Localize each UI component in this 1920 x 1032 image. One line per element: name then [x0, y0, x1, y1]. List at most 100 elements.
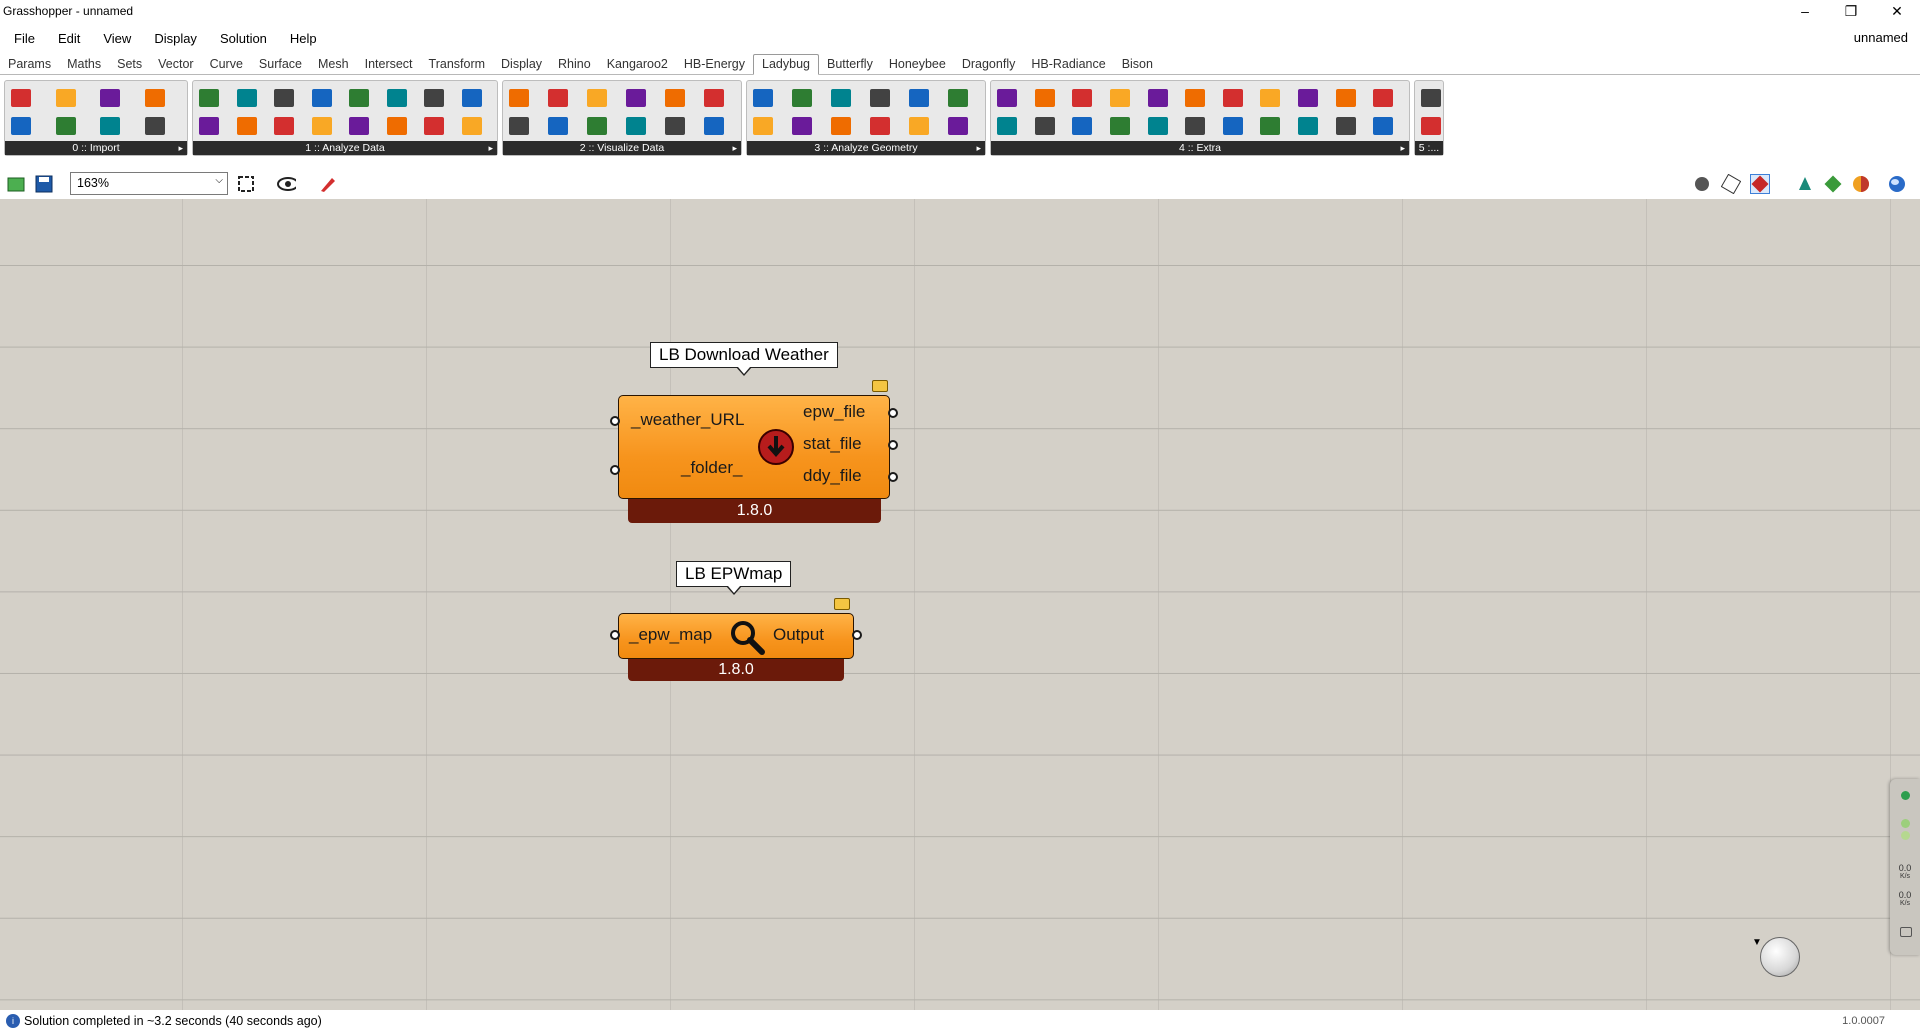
- ladybug-tool-icon[interactable]: [544, 84, 572, 112]
- bake-icon[interactable]: [1795, 174, 1815, 194]
- download-weather-component[interactable]: _weather_URL _folder_ epw_file stat_file…: [618, 395, 890, 499]
- open-file-icon[interactable]: [6, 174, 26, 194]
- ladybug-tool-icon[interactable]: [1068, 112, 1096, 140]
- ladybug-tool-icon[interactable]: [505, 112, 533, 140]
- ladybug-tool-icon[interactable]: [1144, 84, 1172, 112]
- ladybug-tool-icon[interactable]: [141, 84, 169, 112]
- ladybug-tool-icon[interactable]: [944, 84, 972, 112]
- tab-hb-energy[interactable]: HB-Energy: [676, 55, 753, 74]
- ladybug-tool-icon[interactable]: [905, 84, 933, 112]
- menu-edit[interactable]: Edit: [44, 31, 89, 46]
- ladybug-tool-icon[interactable]: [233, 84, 261, 112]
- tab-hb-radiance[interactable]: HB-Radiance: [1023, 55, 1113, 74]
- ladybug-tool-icon[interactable]: [622, 84, 650, 112]
- ladybug-tool-icon[interactable]: [749, 112, 777, 140]
- ladybug-tool-icon[interactable]: [458, 112, 486, 140]
- ladybug-tool-icon[interactable]: [827, 84, 855, 112]
- ladybug-tool-icon[interactable]: [270, 112, 298, 140]
- tab-transform[interactable]: Transform: [421, 55, 494, 74]
- ribbon-group-label[interactable]: 0 :: Import ▸: [5, 141, 187, 155]
- tab-honeybee[interactable]: Honeybee: [881, 55, 954, 74]
- close-button[interactable]: ✕: [1874, 0, 1920, 22]
- epwmap-component[interactable]: _epw_map Output: [618, 613, 854, 659]
- ladybug-tool-icon[interactable]: [52, 84, 80, 112]
- menu-display[interactable]: Display: [140, 31, 206, 46]
- tab-intersect[interactable]: Intersect: [357, 55, 421, 74]
- ladybug-tool-icon[interactable]: [1369, 84, 1397, 112]
- output-port[interactable]: [888, 440, 898, 450]
- menu-solution[interactable]: Solution: [206, 31, 276, 46]
- display-mode-icon[interactable]: [1823, 174, 1843, 194]
- output-port[interactable]: [852, 630, 862, 640]
- ladybug-tool-icon[interactable]: [420, 112, 448, 140]
- expand-icon[interactable]: ▸: [976, 141, 981, 155]
- ladybug-tool-icon[interactable]: [1181, 112, 1209, 140]
- ladybug-tool-icon[interactable]: [345, 84, 373, 112]
- ladybug-tool-icon[interactable]: [383, 84, 411, 112]
- tab-ladybug[interactable]: Ladybug: [753, 54, 819, 75]
- ladybug-tool-icon[interactable]: [700, 84, 728, 112]
- ladybug-tool-icon[interactable]: [1417, 112, 1445, 140]
- ladybug-tool-icon[interactable]: [700, 112, 728, 140]
- ribbon-group-label[interactable]: 2 :: Visualize Data ▸: [503, 141, 741, 155]
- shaded-preview-icon[interactable]: [1750, 174, 1770, 194]
- tab-curve[interactable]: Curve: [202, 55, 251, 74]
- tab-display[interactable]: Display: [493, 55, 550, 74]
- menu-help[interactable]: Help: [276, 31, 326, 46]
- sketch-pen-icon[interactable]: [318, 174, 338, 194]
- ladybug-tool-icon[interactable]: [1144, 112, 1172, 140]
- ladybug-tool-icon[interactable]: [544, 112, 572, 140]
- ribbon-group-label[interactable]: 3 :: Analyze Geometry ▸: [747, 141, 985, 155]
- ladybug-tool-icon[interactable]: [993, 112, 1021, 140]
- ladybug-tool-icon[interactable]: [905, 112, 933, 140]
- material-sphere-icon[interactable]: [1851, 174, 1871, 194]
- ladybug-tool-icon[interactable]: [1219, 112, 1247, 140]
- zoom-extents-icon[interactable]: [236, 174, 256, 194]
- ladybug-tool-icon[interactable]: [749, 84, 777, 112]
- output-port[interactable]: [888, 408, 898, 418]
- camera-icon[interactable]: [1900, 927, 1912, 937]
- zoom-dropdown[interactable]: 163% ⌵: [70, 172, 228, 195]
- ladybug-tool-icon[interactable]: [788, 84, 816, 112]
- tab-sets[interactable]: Sets: [109, 55, 150, 74]
- ladybug-tool-icon[interactable]: [1031, 84, 1059, 112]
- ribbon-group-label[interactable]: 4 :: Extra ▸: [991, 141, 1409, 155]
- expand-icon[interactable]: ▸: [178, 141, 183, 155]
- ladybug-tool-icon[interactable]: [270, 84, 298, 112]
- ladybug-tool-icon[interactable]: [345, 112, 373, 140]
- tab-surface[interactable]: Surface: [251, 55, 310, 74]
- canvas-side-widget[interactable]: 0.0 K/s 0.0 K/s: [1890, 779, 1920, 955]
- ladybug-tool-icon[interactable]: [195, 112, 223, 140]
- input-port[interactable]: [610, 630, 620, 640]
- ladybug-tool-icon[interactable]: [141, 112, 169, 140]
- ladybug-tool-icon[interactable]: [1417, 84, 1445, 112]
- tab-dragonfly[interactable]: Dragonfly: [954, 55, 1024, 74]
- ladybug-tool-icon[interactable]: [866, 112, 894, 140]
- ladybug-tool-icon[interactable]: [233, 112, 261, 140]
- ladybug-tool-icon[interactable]: [1332, 112, 1360, 140]
- ribbon-group-label[interactable]: 1 :: Analyze Data ▸: [193, 141, 497, 155]
- ladybug-tool-icon[interactable]: [827, 112, 855, 140]
- ribbon-group-label[interactable]: 5 :...: [1415, 141, 1443, 155]
- ladybug-tool-icon[interactable]: [1294, 84, 1322, 112]
- ladybug-tool-icon[interactable]: [308, 84, 336, 112]
- input-port[interactable]: [610, 465, 620, 475]
- output-port[interactable]: [888, 472, 898, 482]
- ladybug-tool-icon[interactable]: [1369, 112, 1397, 140]
- ladybug-tool-icon[interactable]: [583, 112, 611, 140]
- ladybug-tool-icon[interactable]: [1106, 112, 1134, 140]
- ladybug-tool-icon[interactable]: [505, 84, 533, 112]
- message-flag-icon[interactable]: [872, 380, 888, 392]
- ladybug-tool-icon[interactable]: [96, 112, 124, 140]
- ladybug-tool-icon[interactable]: [195, 84, 223, 112]
- tab-bison[interactable]: Bison: [1114, 55, 1161, 74]
- ladybug-tool-icon[interactable]: [1106, 84, 1134, 112]
- preview-mode-icon[interactable]: [1692, 174, 1712, 194]
- tab-params[interactable]: Params: [0, 55, 59, 74]
- input-port[interactable]: [610, 416, 620, 426]
- ladybug-tool-icon[interactable]: [1031, 112, 1059, 140]
- globe-icon[interactable]: [1887, 174, 1907, 194]
- ladybug-tool-icon[interactable]: [1219, 84, 1247, 112]
- ladybug-tool-icon[interactable]: [788, 112, 816, 140]
- ladybug-tool-icon[interactable]: [944, 112, 972, 140]
